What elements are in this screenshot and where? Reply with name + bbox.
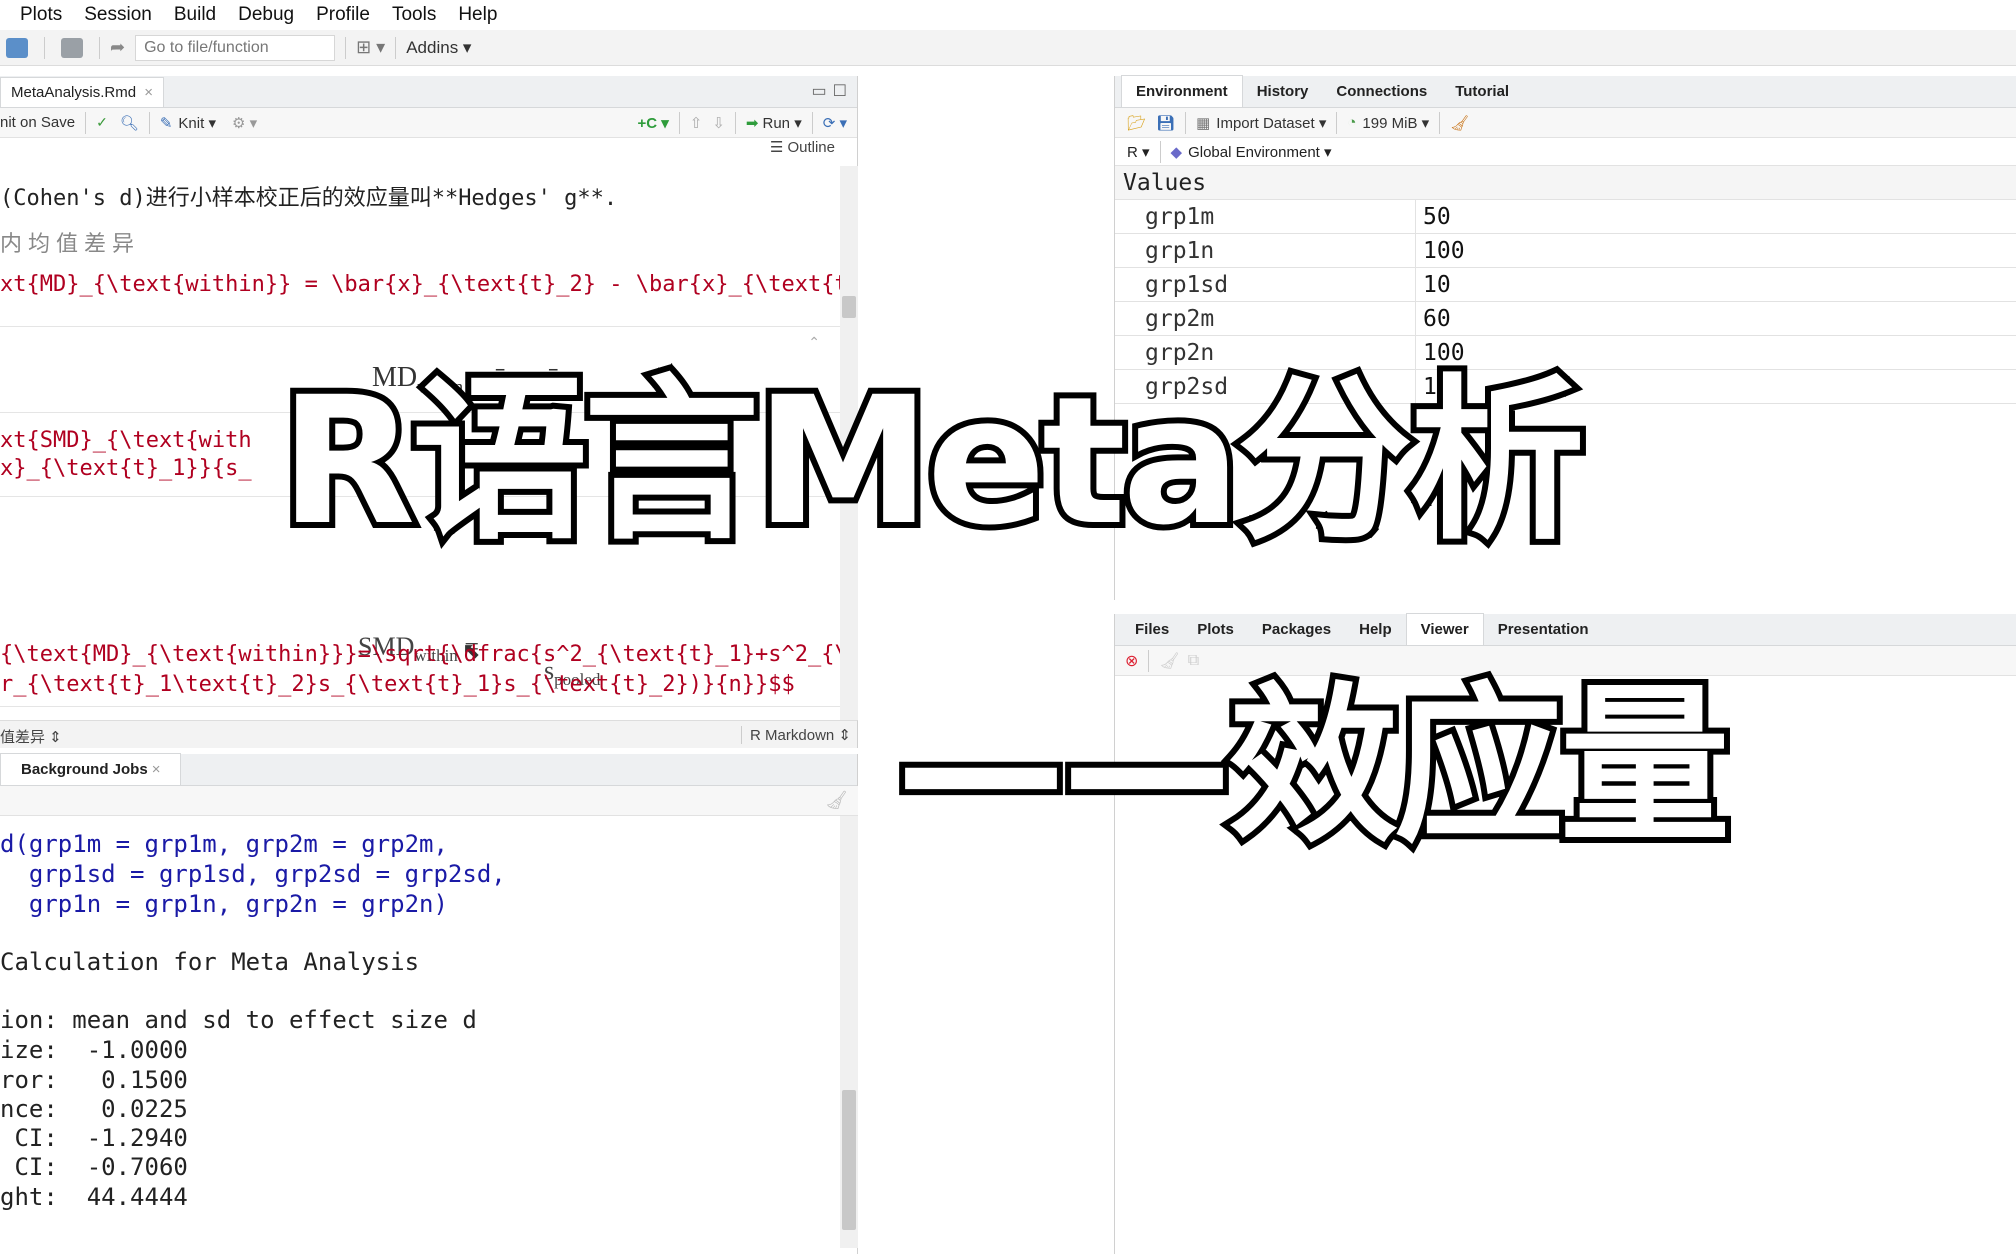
env-row-grp1n[interactable]: grp1n 100 xyxy=(1115,234,2016,268)
import-dataset-button[interactable]: Import Dataset ▾ xyxy=(1216,114,1326,132)
editor-scroll-thumb[interactable] xyxy=(842,296,856,318)
menu-plots[interactable]: Plots xyxy=(20,4,62,26)
table-icon: ▦ xyxy=(1196,114,1211,132)
run-button[interactable]: Run ▾ xyxy=(763,114,802,132)
memory-usage-button[interactable]: 199 MiB ▾ xyxy=(1362,114,1429,132)
editor-line-7: r_{\text{t}_1\text{t}_2}s_{\text{t}_1}s_… xyxy=(0,672,795,697)
main-toolbar: ➦ Go to file/function ⊞ ▾ Addins ▾ xyxy=(0,30,2016,66)
knit-button[interactable]: Knit ▾ xyxy=(178,114,216,132)
menu-profile[interactable]: Profile xyxy=(316,4,370,26)
environment-icon: ◆ xyxy=(1170,143,1183,161)
search-icon[interactable]: 🔍︎ xyxy=(120,114,139,132)
chunk-navigator[interactable]: 值差异 ⇕ xyxy=(0,726,62,747)
menu-session[interactable]: Session xyxy=(84,4,152,26)
env-toolbar: 📂︎ 💾︎ ▦ Import Dataset ▾ ◔ 199 MiB ▾ 🧹︎ xyxy=(1115,108,2016,138)
console-tabbar: Background Jobs × xyxy=(0,753,857,786)
load-workspace-icon[interactable]: 📂︎ xyxy=(1127,114,1146,132)
knit-on-save-checkbox[interactable]: nit on Save xyxy=(0,114,75,131)
close-icon[interactable]: × xyxy=(144,84,153,101)
files-tabbar: Files Plots Packages Help Viewer Present… xyxy=(1115,613,2016,646)
file-type-selector[interactable]: R Markdown ⇕ xyxy=(741,726,851,744)
run-arrow-icon: ➡ xyxy=(745,114,759,132)
editor-toolbar: nit on Save ✓ 🔍︎ ✎ Knit ▾ ⚙ ▾ +C ▾ ⇧ ⇩ ➡… xyxy=(0,108,857,138)
console-scrollbar[interactable] xyxy=(840,816,858,1248)
console-line: grp1sd = grp1sd, grp2sd = grp2sd, xyxy=(0,860,506,888)
maximize-icon[interactable]: ☐ xyxy=(833,81,847,101)
tab-plots[interactable]: Plots xyxy=(1183,614,1248,645)
tab-tutorial[interactable]: Tutorial xyxy=(1441,76,1523,107)
save-all-icon[interactable] xyxy=(6,37,28,58)
env-tabbar: Environment History Connections Tutorial xyxy=(1115,75,2016,108)
tab-metaanalysis-rmd[interactable]: MetaAnalysis.Rmd × xyxy=(0,77,164,107)
save-workspace-icon[interactable]: 💾︎ xyxy=(1156,114,1175,132)
tab-connections[interactable]: Connections xyxy=(1322,76,1441,107)
editor-status-bar: 值差异 ⇕ R Markdown ⇕ xyxy=(0,720,858,748)
next-chunk-icon[interactable]: ⇩ xyxy=(712,114,725,132)
addins-menu[interactable]: Addins ▾ xyxy=(406,38,471,58)
spellcheck-icon[interactable]: ✓ xyxy=(96,114,108,131)
console-toolbar: 🧹︎ xyxy=(0,786,858,816)
console-line: grp1n = grp1n, grp2n = grp2n) xyxy=(0,890,448,918)
overlay-title: R语言Meta分析 xyxy=(274,359,1591,564)
env-row-grp1m[interactable]: grp1m 50 xyxy=(1115,200,2016,234)
env-row-grp2m[interactable]: grp2m 60 xyxy=(1115,302,2016,336)
menu-tools[interactable]: Tools xyxy=(392,4,436,26)
tab-files[interactable]: Files xyxy=(1121,614,1183,645)
overlay-subtitle: ——效应量 xyxy=(890,668,1736,866)
goto-file-input[interactable]: Go to file/function xyxy=(135,34,336,61)
close-icon[interactable]: × xyxy=(152,761,161,778)
tab-help[interactable]: Help xyxy=(1345,614,1406,645)
console-line: CI: -1.2940 xyxy=(0,1124,188,1152)
editor-line-2: 内均值差异 xyxy=(0,231,141,256)
console-line: d(grp1m = grp1m, grp2m = grp2m, xyxy=(0,830,448,858)
tab-packages[interactable]: Packages xyxy=(1248,614,1345,645)
console-line: nce: 0.0225 xyxy=(0,1095,188,1123)
editor-line-4: xt{SMD}_{\text{with xyxy=(0,428,252,453)
broom-icon[interactable]: 🧹︎ xyxy=(1450,114,1469,132)
console-line: CI: -0.7060 xyxy=(0,1153,188,1181)
env-scope-bar: R ▾ ◆ Global Environment ▾ xyxy=(1115,138,2016,166)
tab-environment[interactable]: Environment xyxy=(1121,75,1243,107)
rerun-icon[interactable]: ⟳ ▾ xyxy=(823,114,847,132)
tab-presentation[interactable]: Presentation xyxy=(1484,614,1603,645)
insert-chunk-icon[interactable]: +C ▾ xyxy=(637,114,668,132)
editor-line-5: x}_{\text{t}_1}}{s_ xyxy=(0,456,252,481)
console-line: ror: 0.1500 xyxy=(0,1066,188,1094)
console-scroll-thumb[interactable] xyxy=(842,1090,856,1230)
tab-viewer[interactable]: Viewer xyxy=(1405,613,1484,645)
menu-bar: Plots Session Build Debug Profile Tools … xyxy=(0,0,2016,30)
editor-line-6: {\text{MD}_{\text{within}}}=\sqrt{\dfrac… xyxy=(0,642,840,667)
editor-line-1: (Cohen's d)进行小样本校正后的效应量叫**Hedges' g**. xyxy=(0,186,618,211)
menu-help[interactable]: Help xyxy=(458,4,497,26)
popout-icon[interactable]: ⧉ xyxy=(1188,652,1199,670)
values-header: Values xyxy=(1115,166,2016,200)
knit-icon: ✎ xyxy=(159,114,173,132)
env-row-grp1sd[interactable]: grp1sd 10 xyxy=(1115,268,2016,302)
console-line: Calculation for Meta Analysis xyxy=(0,948,420,976)
collapse-icon[interactable]: ⌃ xyxy=(808,334,820,351)
editor-tabbar: MetaAnalysis.Rmd × ▭ ☐ xyxy=(0,76,857,108)
goto-arrow-icon: ➦ xyxy=(110,37,126,57)
outline-bar: ☰ Outline xyxy=(0,138,839,166)
menu-debug[interactable]: Debug xyxy=(238,4,294,26)
tab-history[interactable]: History xyxy=(1243,76,1323,107)
console-line: ize: -1.0000 xyxy=(0,1036,188,1064)
console-output[interactable]: d(grp1m = grp1m, grp2m = grp2m, grp1sd =… xyxy=(0,816,840,1256)
minimize-icon[interactable]: ▭ xyxy=(812,81,827,101)
prev-chunk-icon[interactable]: ⇧ xyxy=(690,114,703,132)
outline-button[interactable]: ☰ Outline xyxy=(770,139,835,156)
console-line: ght: 44.4444 xyxy=(0,1183,188,1211)
menu-build[interactable]: Build xyxy=(174,4,216,26)
console-pane: Background Jobs × 🧹︎ d(grp1m = grp1m, grp… xyxy=(0,753,858,1256)
grid-layout-icon[interactable]: ⊞ ▾ xyxy=(356,37,385,58)
settings-gear-icon[interactable]: ⚙ ▾ xyxy=(232,114,257,132)
scope-selector[interactable]: Global Environment ▾ xyxy=(1188,143,1331,161)
language-selector[interactable]: R ▾ xyxy=(1127,143,1150,161)
clear-console-icon[interactable]: 🧹︎ xyxy=(825,790,848,811)
tab-background-jobs[interactable]: Background Jobs × xyxy=(0,753,182,785)
memory-pie-icon: ◔ xyxy=(1347,114,1357,131)
editor-line-3: xt{MD}_{\text{within}} = \bar{x}_{\text{… xyxy=(0,272,840,297)
console-line: ion: mean and sd to effect size d xyxy=(0,1006,477,1034)
print-icon[interactable] xyxy=(61,37,83,58)
